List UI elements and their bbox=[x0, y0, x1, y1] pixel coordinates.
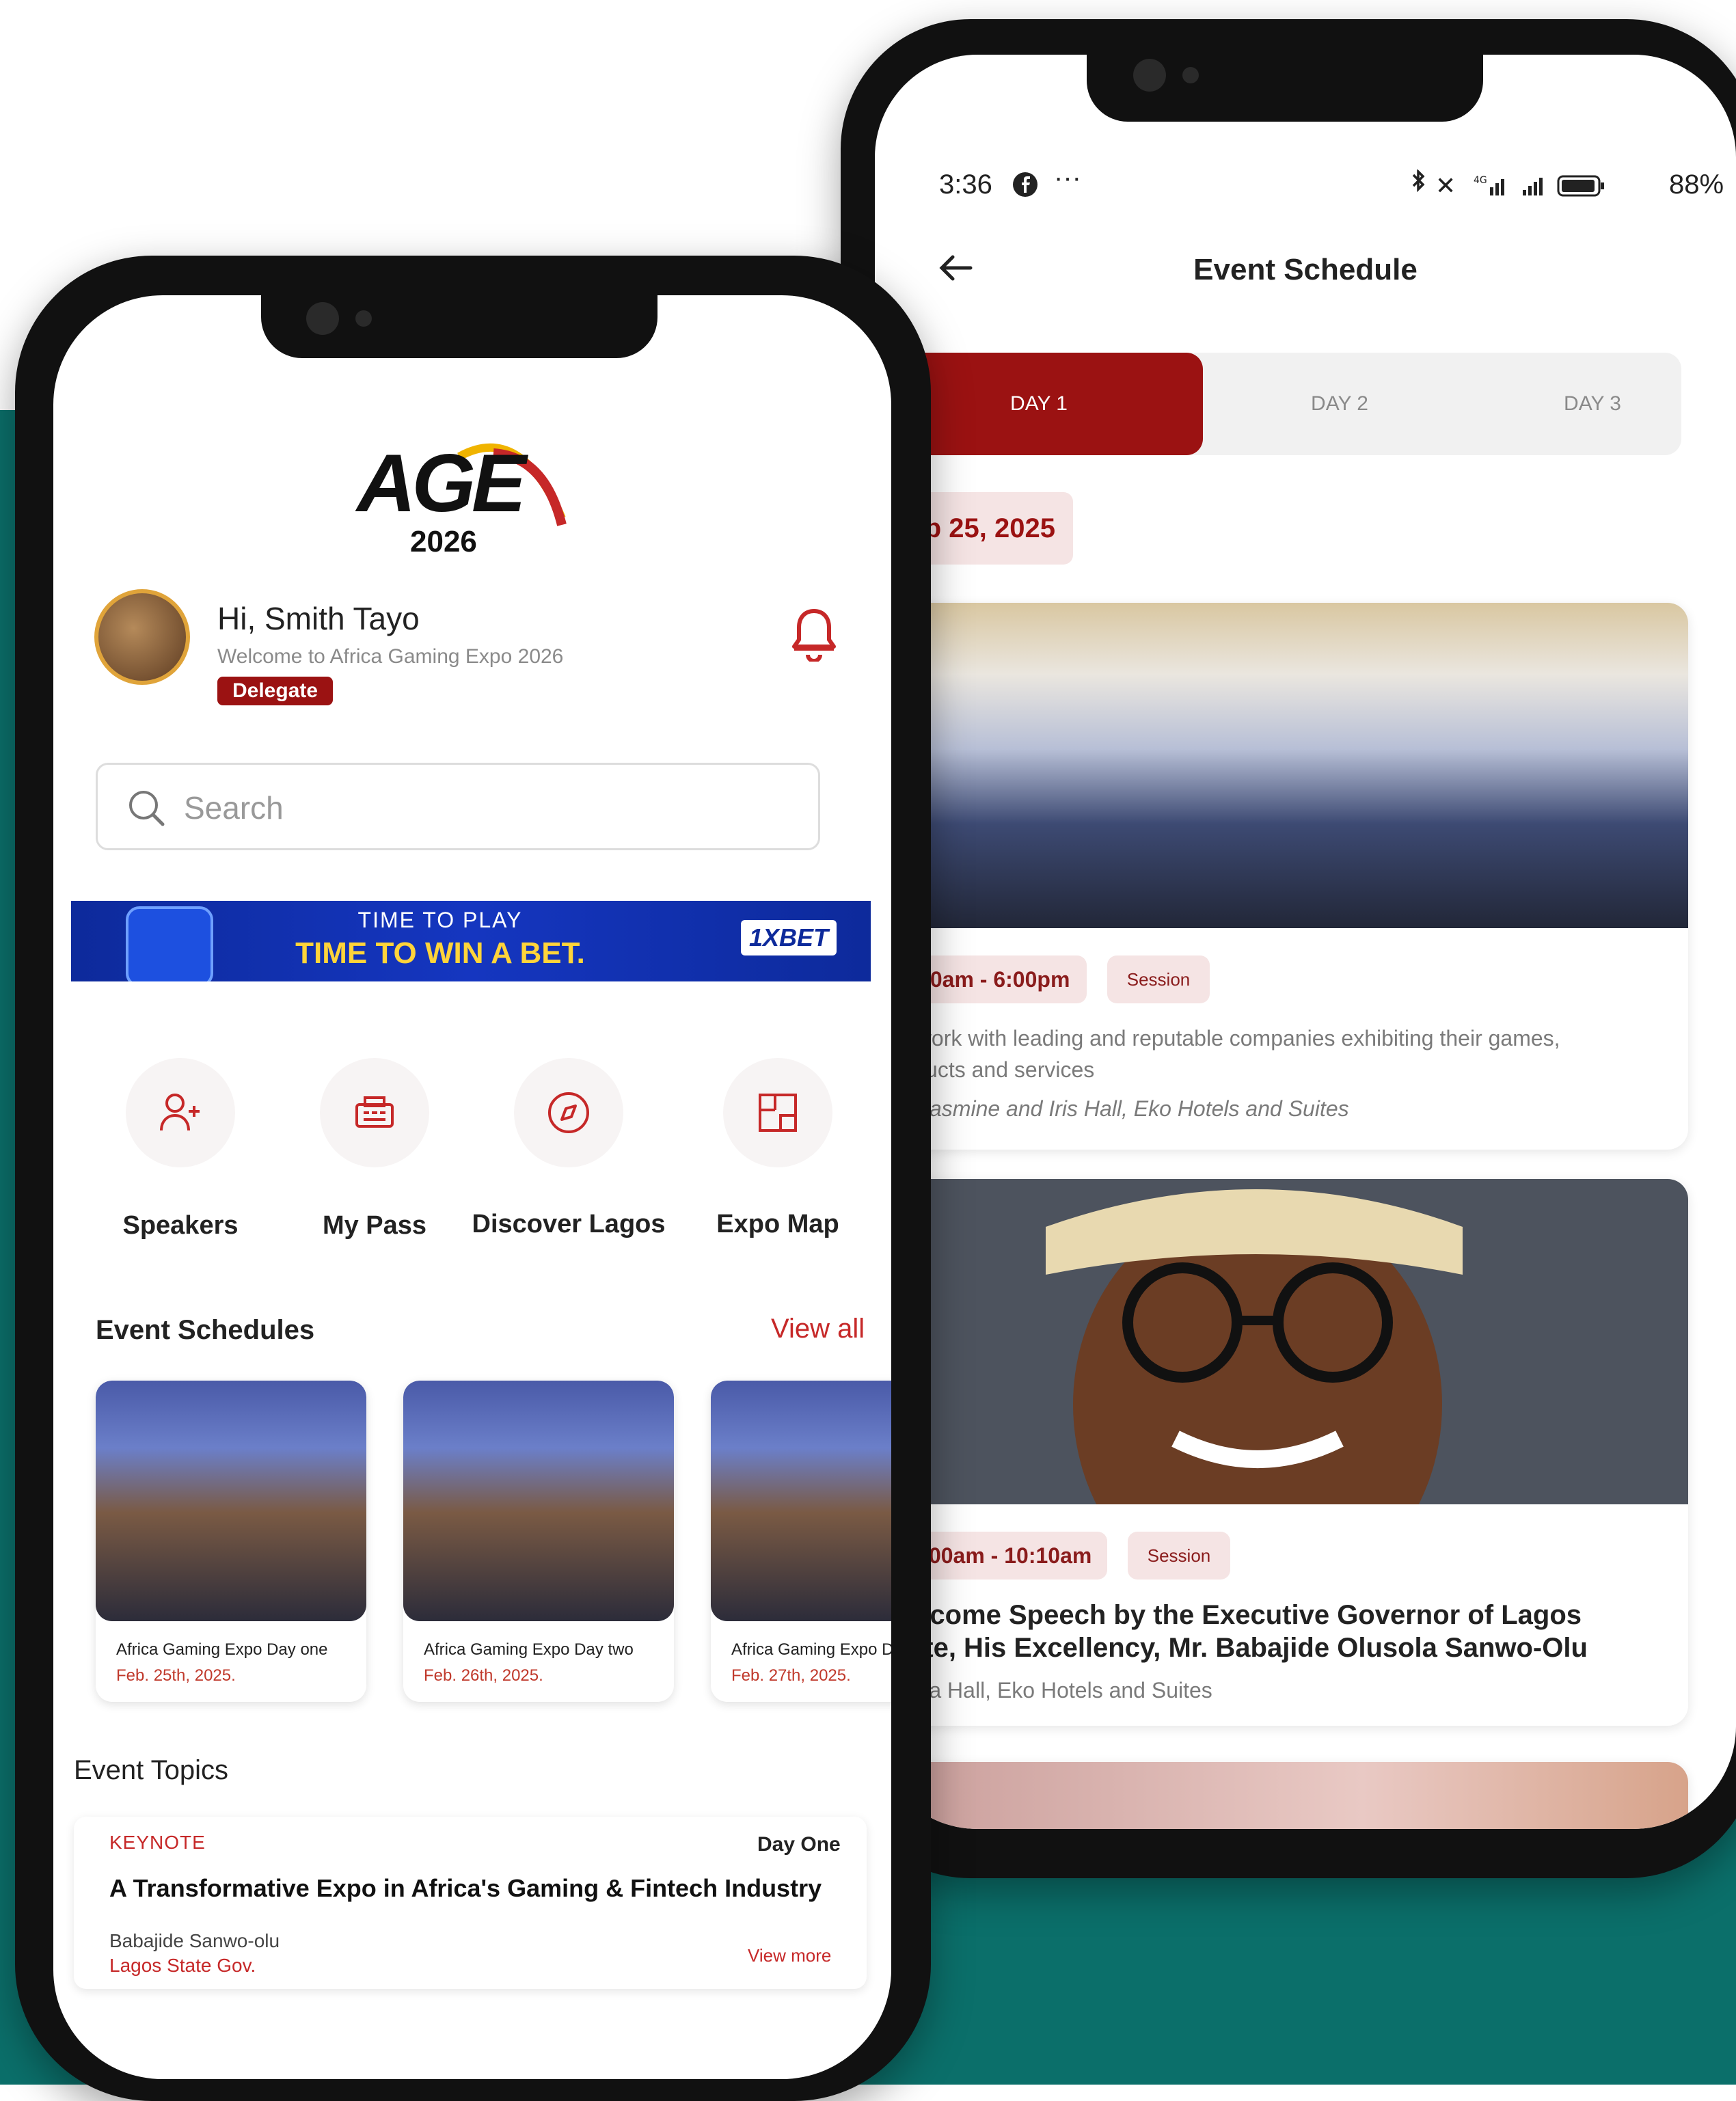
session-type-badge: Session bbox=[1128, 1532, 1230, 1580]
bell-icon[interactable] bbox=[791, 607, 837, 662]
greeting-subtitle: Welcome to Africa Gaming Expo 2026 bbox=[217, 645, 564, 668]
session-card[interactable] bbox=[875, 1762, 1688, 1829]
home-screen: AGE 2026 Hi, Smith Tayo Welcome to Afric… bbox=[53, 295, 891, 2079]
event-schedule-card[interactable]: Africa Gaming Expo Day one Feb. 25th, 20… bbox=[96, 1381, 366, 1702]
battery-percent: 88% bbox=[1669, 170, 1724, 200]
expo-map-label: Expo Map bbox=[716, 1210, 839, 1238]
page-title: Event Schedule bbox=[1193, 253, 1418, 286]
ad-banner[interactable]: TIME TO PLAY TIME TO WIN A BET. 1XBET bbox=[71, 901, 871, 981]
event-schedules-heading: Event Schedules bbox=[96, 1315, 315, 1345]
session-photo bbox=[875, 1179, 1688, 1504]
role-badge: Delegate bbox=[217, 677, 334, 705]
schedule-screen: 3:36 ··· ✕ 4G 88% Event Schedule DAY 1 D… bbox=[875, 55, 1736, 1829]
speakers-label: Speakers bbox=[122, 1211, 239, 1240]
my-pass-label: My Pass bbox=[322, 1211, 427, 1240]
search-icon bbox=[126, 788, 167, 829]
banner-line1: TIME TO PLAY bbox=[357, 908, 523, 932]
topic-speaker: Babajide Sanwo-olu bbox=[109, 1930, 280, 1951]
my-pass-action[interactable] bbox=[320, 1058, 429, 1167]
event-photo bbox=[96, 1381, 366, 1621]
session-title: Welcome Speech by the Executive Governor… bbox=[882, 1600, 1588, 1663]
event-photo bbox=[403, 1381, 674, 1621]
session-location: Jasmine and Iris Hall, Eko Hotels and Su… bbox=[919, 1096, 1349, 1121]
view-all-link[interactable]: View all bbox=[771, 1314, 865, 1344]
status-time: 3:36 bbox=[939, 170, 992, 200]
schedule-phone: 3:36 ··· ✕ 4G 88% Event Schedule DAY 1 D… bbox=[841, 19, 1736, 1878]
compass-icon bbox=[545, 1089, 592, 1136]
topic-category: KEYNOTE bbox=[109, 1832, 206, 1853]
topic-title: A Transformative Expo in Africa's Gaming… bbox=[109, 1874, 822, 1902]
status-icons: ✕ 4G bbox=[1408, 170, 1640, 200]
greeting-name: Hi, Smith Tayo bbox=[217, 601, 420, 636]
event-card-title: Africa Gaming Expo Day three bbox=[731, 1640, 891, 1659]
svg-text:4G: 4G bbox=[1474, 175, 1487, 186]
event-photo bbox=[711, 1381, 891, 1621]
tab-day-2[interactable]: DAY 2 bbox=[1217, 353, 1463, 455]
search-input[interactable]: Search bbox=[184, 789, 284, 826]
topic-card[interactable]: KEYNOTE Day One A Transformative Expo in… bbox=[74, 1817, 867, 1989]
event-card-date: Feb. 25th, 2025. bbox=[116, 1666, 236, 1685]
home-phone: AGE 2026 Hi, Smith Tayo Welcome to Afric… bbox=[15, 256, 931, 2101]
session-type-badge: Session bbox=[1107, 955, 1210, 1003]
phone-notch bbox=[1087, 40, 1483, 122]
event-card-date: Feb. 27th, 2025. bbox=[731, 1666, 851, 1685]
tab-day-3[interactable]: DAY 3 bbox=[1469, 353, 1715, 455]
session-description: Network with leading and reputable compa… bbox=[882, 1026, 1560, 1082]
more-dots-icon: ··· bbox=[1054, 163, 1081, 193]
session-card[interactable]: 10:00am - 10:10am Session Welcome Speech… bbox=[875, 1179, 1688, 1726]
banner-line2: TIME TO WIN A BET. bbox=[295, 936, 585, 970]
age-logo: AGE 2026 bbox=[357, 429, 575, 559]
camera-sensor bbox=[1182, 67, 1199, 83]
svg-text:✕: ✕ bbox=[1435, 172, 1456, 200]
logo-year: 2026 bbox=[410, 525, 477, 558]
event-schedule-card[interactable]: Africa Gaming Expo Day three Feb. 27th, … bbox=[711, 1381, 891, 1702]
session-location: Zinnia Hall, Eko Hotels and Suites bbox=[882, 1678, 1212, 1703]
camera-lens bbox=[306, 302, 339, 335]
discover-lagos-label: Discover Lagos bbox=[472, 1210, 666, 1238]
day-tabs: DAY 1 DAY 2 DAY 3 bbox=[875, 353, 1681, 455]
topic-day: Day One bbox=[757, 1833, 841, 1856]
discover-lagos-action[interactable] bbox=[514, 1058, 623, 1167]
view-more-link[interactable]: View more bbox=[748, 1945, 831, 1966]
event-topics-heading: Event Topics bbox=[74, 1755, 229, 1785]
map-icon bbox=[756, 1091, 800, 1135]
event-card-title: Africa Gaming Expo Day two bbox=[424, 1640, 634, 1659]
camera-lens bbox=[1133, 59, 1166, 92]
phone-illustration bbox=[126, 906, 213, 981]
brand-logo: 1XBET bbox=[741, 920, 837, 955]
pass-icon bbox=[353, 1092, 396, 1133]
event-card-date: Feb. 26th, 2025. bbox=[424, 1666, 543, 1685]
session-card[interactable]: 9:00am - 6:00pm Session Network with lea… bbox=[875, 603, 1688, 1150]
event-card-title: Africa Gaming Expo Day one bbox=[116, 1640, 328, 1659]
avatar[interactable] bbox=[94, 589, 190, 685]
facebook-icon bbox=[1012, 171, 1039, 198]
expo-map-action[interactable] bbox=[723, 1058, 832, 1167]
search-box[interactable]: Search bbox=[96, 763, 820, 850]
speakers-action[interactable] bbox=[126, 1058, 235, 1167]
logo-text: AGE bbox=[357, 437, 526, 529]
phone-notch bbox=[261, 283, 657, 358]
user-plus-icon bbox=[157, 1089, 204, 1136]
back-arrow-icon[interactable] bbox=[936, 253, 975, 283]
session-photo bbox=[875, 603, 1688, 928]
event-schedule-card[interactable]: Africa Gaming Expo Day two Feb. 26th, 20… bbox=[403, 1381, 674, 1702]
camera-sensor bbox=[355, 310, 372, 327]
topic-speaker-role: Lagos State Gov. bbox=[109, 1955, 256, 1976]
